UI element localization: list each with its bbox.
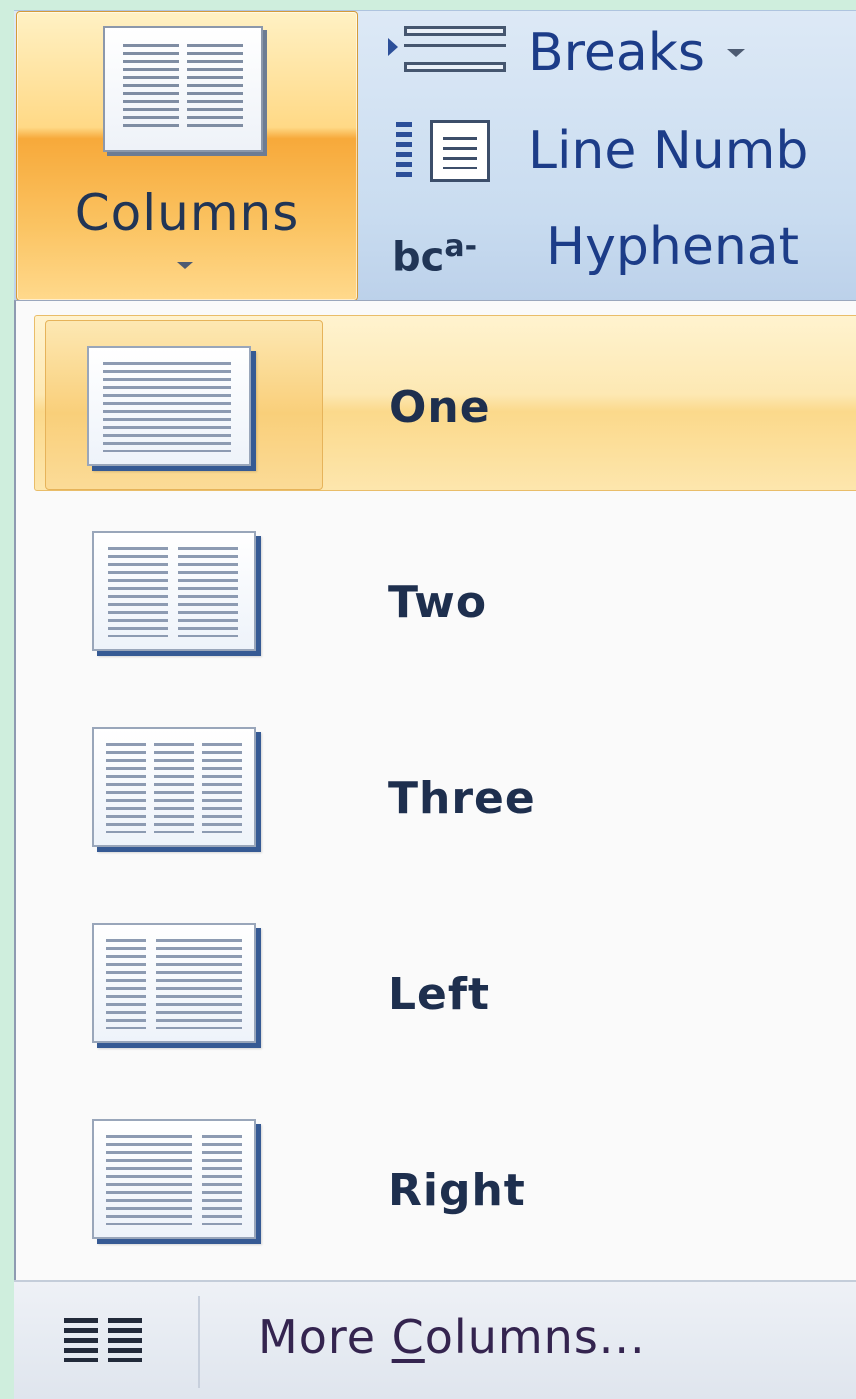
hyphenation-icon: bca- — [374, 212, 532, 282]
page-setup-ribbon-group: Columns Breaks Line Numb bca- Hyphenat — [14, 10, 856, 301]
menu-item-label: Two — [388, 577, 488, 628]
one-column-icon — [87, 346, 251, 466]
menu-divider — [198, 1296, 200, 1388]
breaks-icon — [374, 18, 514, 88]
chevron-down-icon — [177, 262, 193, 269]
two-columns-icon — [92, 531, 256, 651]
menu-item-one[interactable]: One — [34, 315, 856, 491]
menu-item-label: Left — [388, 969, 491, 1020]
more-columns-accelerator: C — [391, 1310, 425, 1364]
more-columns-label-suffix: olumns... — [424, 1310, 646, 1364]
three-columns-icon — [92, 727, 256, 847]
columns-button-label: Columns — [74, 184, 300, 242]
menu-item-label: One — [389, 382, 491, 433]
menu-item-label: Right — [388, 1165, 526, 1216]
hyphenation-label: Hyphenat — [546, 217, 800, 277]
menu-item-left[interactable]: Left — [34, 903, 856, 1079]
line-numbers-icon — [374, 116, 514, 186]
breaks-label: Breaks — [528, 23, 705, 83]
columns-button[interactable]: Columns — [16, 11, 358, 301]
line-numbers-button[interactable]: Line Numb — [374, 111, 808, 191]
columns-dropdown-menu: One Two Three Left Right — [14, 300, 856, 1398]
hyphenation-icon-glyph-sup: a- — [444, 229, 478, 264]
menu-item-label: Three — [388, 773, 536, 824]
chevron-down-icon — [726, 49, 745, 57]
right-column-icon — [92, 1119, 256, 1239]
hyphenation-icon-glyph-c: c — [420, 234, 445, 281]
menu-item-right[interactable]: Right — [34, 1099, 856, 1275]
hyphenation-icon-glyph: b — [392, 234, 421, 281]
menu-item-two[interactable]: Two — [34, 511, 856, 687]
columns-icon — [64, 1318, 142, 1362]
left-column-icon — [92, 923, 256, 1043]
breaks-button[interactable]: Breaks — [374, 13, 745, 93]
more-columns-label-prefix: More — [258, 1310, 392, 1364]
menu-item-three[interactable]: Three — [34, 707, 856, 883]
columns-large-icon — [103, 26, 263, 152]
line-numbers-label: Line Numb — [528, 121, 809, 181]
hyphenation-button[interactable]: bca- Hyphenat — [374, 207, 799, 287]
more-columns-label: More Columns... — [258, 1310, 646, 1364]
more-columns-item[interactable]: More Columns... — [14, 1280, 856, 1399]
